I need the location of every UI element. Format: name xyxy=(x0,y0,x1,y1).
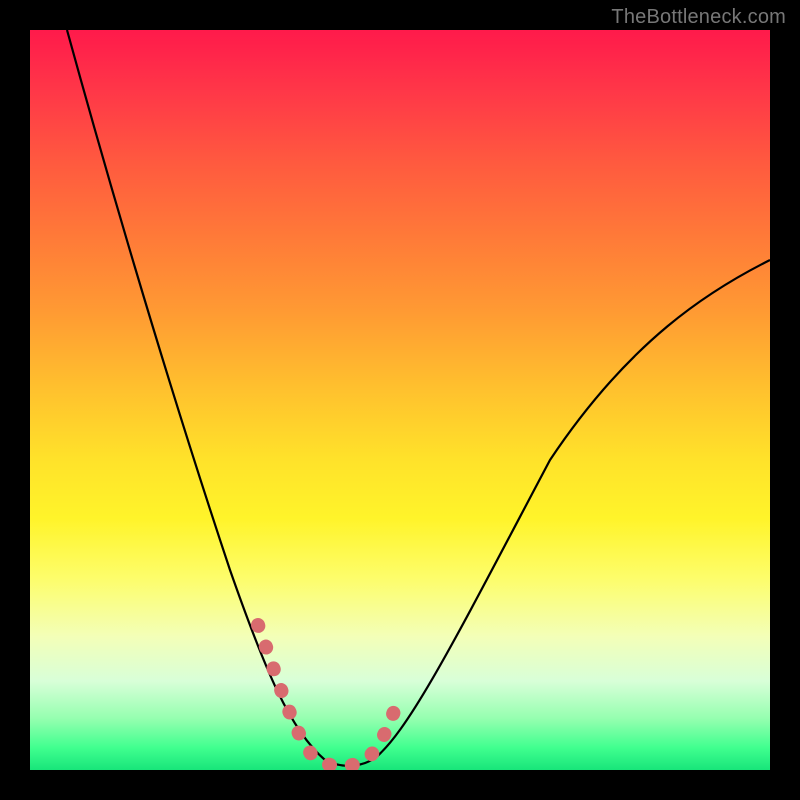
watermark-text: TheBottleneck.com xyxy=(611,6,786,29)
plot-svg xyxy=(30,30,770,770)
bottleneck-curve xyxy=(67,30,770,766)
optimal-range-marker xyxy=(258,625,400,766)
gradient-plot-area xyxy=(30,30,770,770)
